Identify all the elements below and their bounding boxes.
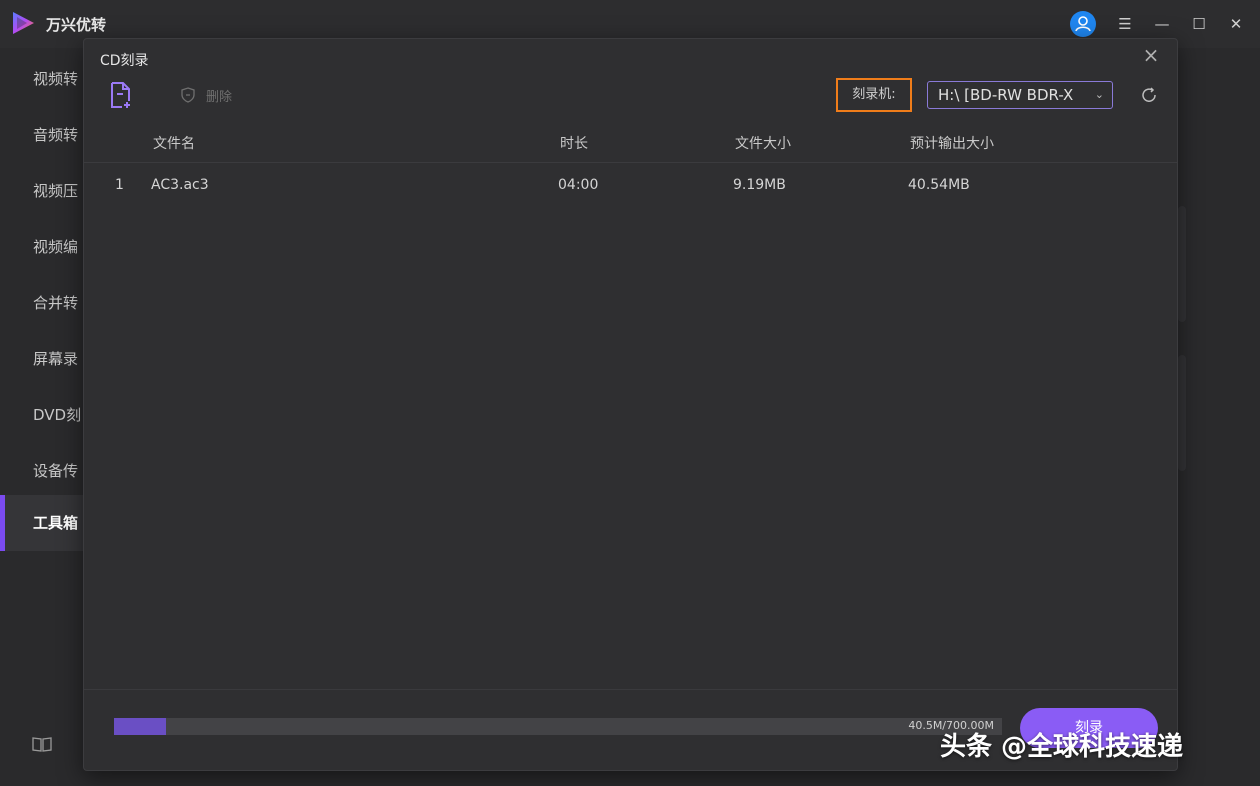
refresh-icon[interactable] xyxy=(1140,86,1158,104)
sidebar-item-device-transfer[interactable]: 设备传 xyxy=(0,443,84,499)
footer-divider xyxy=(84,689,1177,690)
sidebar: 视频转 音频转 视频压 视频编 合并转 屏幕录 DVD刻 设备传 工具箱 xyxy=(0,48,84,786)
maximize-button[interactable]: ☐ xyxy=(1189,14,1209,34)
dialog-title: CD刻录 xyxy=(100,53,149,69)
maximize-icon: ☐ xyxy=(1192,15,1206,33)
sidebar-item-audio-convert[interactable]: 音频转 xyxy=(0,107,84,163)
cd-burn-dialog: CD刻录 × 删除 刻录机: H:\ [BD-RW BDR-X ⌄ 文件名 时长… xyxy=(83,38,1178,771)
column-header-duration[interactable]: 时长 xyxy=(560,133,588,153)
menu-icon: ☰ xyxy=(1118,15,1132,33)
burner-drive-select[interactable]: H:\ [BD-RW BDR-X ⌄ xyxy=(927,81,1113,109)
burner-label: 刻录机: xyxy=(836,78,912,112)
add-file-icon[interactable] xyxy=(108,81,134,109)
watermark: 头条 @全球科技速递 xyxy=(940,732,1184,762)
background-panel-edge xyxy=(1178,206,1186,322)
row-file-size: 9.19MB xyxy=(733,177,786,193)
menu-button[interactable]: ☰ xyxy=(1115,14,1135,34)
table-row[interactable]: 1 AC3.ac3 04:00 9.19MB 40.54MB xyxy=(84,167,1177,207)
delete-button[interactable]: 删除 xyxy=(180,83,232,107)
sidebar-item-video-edit[interactable]: 视频编 xyxy=(0,219,84,275)
sidebar-item-video-convert[interactable]: 视频转 xyxy=(0,51,84,107)
chevron-down-icon: ⌄ xyxy=(1094,88,1104,101)
sidebar-item-screen-record[interactable]: 屏幕录 xyxy=(0,331,84,387)
drive-select-value: H:\ [BD-RW BDR-X xyxy=(938,86,1074,104)
minimize-button[interactable]: — xyxy=(1152,14,1172,34)
delete-label: 删除 xyxy=(206,89,233,105)
row-output-size: 40.54MB xyxy=(908,177,970,193)
sidebar-item-video-compress[interactable]: 视频压 xyxy=(0,163,84,219)
row-file-name: AC3.ac3 xyxy=(151,177,209,193)
user-avatar[interactable] xyxy=(1070,11,1096,37)
dialog-close-button[interactable]: × xyxy=(1141,45,1161,65)
shield-delete-icon xyxy=(181,87,195,103)
column-header-name[interactable]: 文件名 xyxy=(153,133,195,153)
close-icon: ✕ xyxy=(1229,15,1243,33)
file-table-header: 文件名 时长 文件大小 预计输出大小 xyxy=(84,121,1177,163)
column-header-output-size[interactable]: 预计输出大小 xyxy=(910,133,994,153)
sidebar-item-merge[interactable]: 合并转 xyxy=(0,275,84,331)
sidebar-item-toolbox[interactable]: 工具箱 xyxy=(0,495,84,551)
sidebar-item-dvd-burn[interactable]: DVD刻 xyxy=(0,387,84,443)
disc-capacity-bar: 40.5M/700.00M xyxy=(114,718,1002,735)
column-header-size[interactable]: 文件大小 xyxy=(735,133,791,153)
row-index: 1 xyxy=(115,177,124,193)
app-logo-icon xyxy=(13,12,34,34)
background-panel-edge xyxy=(1178,355,1186,471)
book-icon[interactable] xyxy=(32,736,52,752)
minimize-icon: — xyxy=(1154,15,1170,33)
app-title: 万兴优转 xyxy=(46,16,107,34)
row-duration: 04:00 xyxy=(558,177,599,193)
disc-capacity-fill xyxy=(114,718,166,735)
window-close-button[interactable]: ✕ xyxy=(1226,14,1246,34)
close-icon: × xyxy=(1142,43,1160,67)
user-icon xyxy=(1075,16,1091,32)
